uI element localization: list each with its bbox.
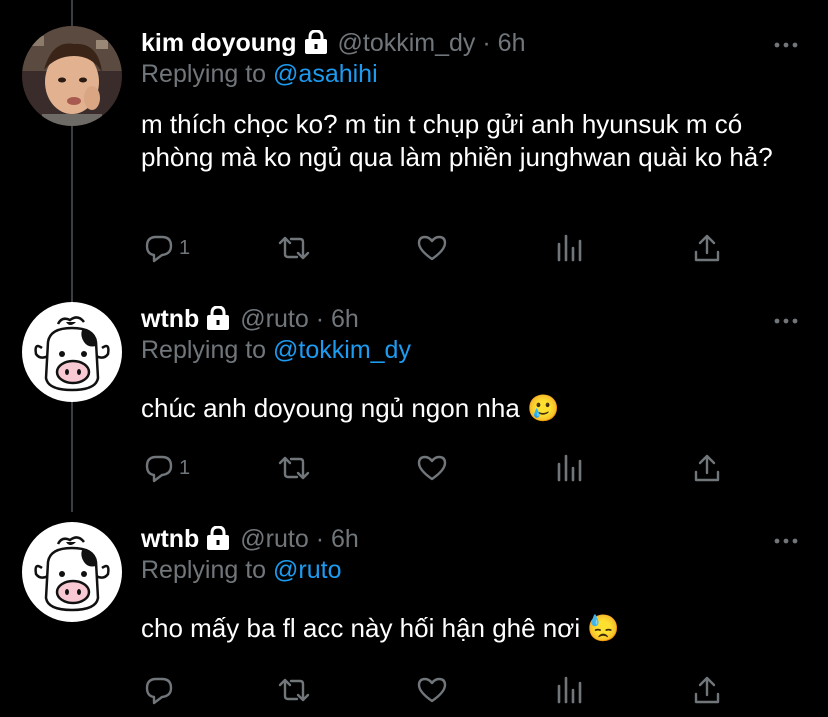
share-button[interactable]: [692, 670, 722, 710]
user-handle[interactable]: @ruto: [240, 305, 308, 333]
like-button[interactable]: [416, 448, 448, 488]
more-options-icon[interactable]: [774, 538, 798, 544]
reply-icon: [145, 455, 173, 483]
analytics-icon: [557, 234, 582, 262]
replying-to-label: Replying to: [141, 556, 267, 584]
analytics-icon: [557, 454, 582, 482]
reply-icon: [145, 677, 173, 705]
reply-count: 1: [179, 236, 191, 259]
analytics-icon: [557, 676, 582, 704]
tweet-text: chúc anh doyoung ngủ ngon nha 🥲: [141, 393, 560, 423]
separator-dot: ·: [315, 525, 325, 553]
reply-icon: [145, 235, 173, 263]
mention-link[interactable]: @ruto: [273, 556, 341, 584]
analytics-button[interactable]: [555, 670, 585, 710]
replying-to: Replying to @tokkim_dy: [141, 333, 411, 367]
timestamp[interactable]: 6h: [498, 29, 526, 57]
replying-to: Replying to @asahihi: [141, 57, 378, 91]
share-button[interactable]: [692, 448, 722, 488]
more-options-icon[interactable]: [774, 318, 798, 324]
tweet-3[interactable]: wtnb @ruto · 6h Replying to @ruto cho mấ…: [0, 522, 828, 717]
action-bar: 1: [0, 228, 828, 268]
heart-icon: [417, 677, 447, 703]
separator-dot: ·: [482, 29, 491, 57]
user-handle[interactable]: @tokkim_dy: [338, 29, 476, 57]
cow-cartoon-avatar-icon: [22, 522, 122, 622]
reply-button[interactable]: [143, 670, 179, 710]
timestamp[interactable]: 6h: [331, 525, 359, 553]
analytics-button[interactable]: [555, 228, 585, 268]
avatar[interactable]: [22, 522, 122, 622]
analytics-button[interactable]: [555, 448, 585, 488]
share-icon: [694, 454, 720, 482]
reply-count: 1: [179, 456, 191, 479]
reply-button[interactable]: 1: [143, 228, 190, 268]
avatar[interactable]: [22, 26, 122, 126]
retweet-button[interactable]: [277, 670, 311, 710]
display-name[interactable]: wtnb: [141, 305, 199, 333]
replying-to-label: Replying to: [141, 336, 267, 364]
separator-dot: ·: [315, 305, 325, 333]
like-button[interactable]: [416, 228, 448, 268]
heart-icon: [417, 235, 447, 261]
action-bar: [0, 670, 828, 710]
tweet-1[interactable]: kim doyoung @tokkim_dy · 6h Replying to …: [0, 26, 828, 276]
more-options-icon[interactable]: [774, 42, 798, 48]
display-name[interactable]: kim doyoung: [141, 29, 297, 57]
retweet-icon: [278, 236, 310, 260]
share-icon: [694, 676, 720, 704]
tweet-2[interactable]: wtnb @ruto · 6h Replying to @tokkim_dy c…: [0, 302, 828, 502]
like-button[interactable]: [416, 670, 448, 710]
retweet-icon: [278, 678, 310, 702]
share-icon: [694, 234, 720, 262]
timestamp[interactable]: 6h: [331, 305, 359, 333]
tweet-text: cho mấy ba fl acc này hối hận ghê nơi 😓: [141, 613, 620, 643]
mention-link[interactable]: @tokkim_dy: [273, 336, 411, 364]
cow-cartoon-avatar-icon: [22, 302, 122, 402]
person-photo-avatar-icon: [22, 26, 122, 126]
user-handle[interactable]: @ruto: [240, 525, 308, 553]
share-button[interactable]: [692, 228, 722, 268]
retweet-button[interactable]: [277, 448, 311, 488]
action-bar: 1: [0, 448, 828, 488]
replying-to: Replying to @ruto: [141, 553, 342, 587]
tweet-text: m thích chọc ko? m tin t chụp gửi anh hy…: [141, 109, 773, 172]
retweet-icon: [278, 456, 310, 480]
display-name[interactable]: wtnb: [141, 525, 199, 553]
retweet-button[interactable]: [277, 228, 311, 268]
replying-to-label: Replying to: [141, 60, 267, 88]
heart-icon: [417, 455, 447, 481]
reply-button[interactable]: 1: [143, 448, 190, 488]
avatar[interactable]: [22, 302, 122, 402]
mention-link[interactable]: @asahihi: [273, 60, 378, 88]
